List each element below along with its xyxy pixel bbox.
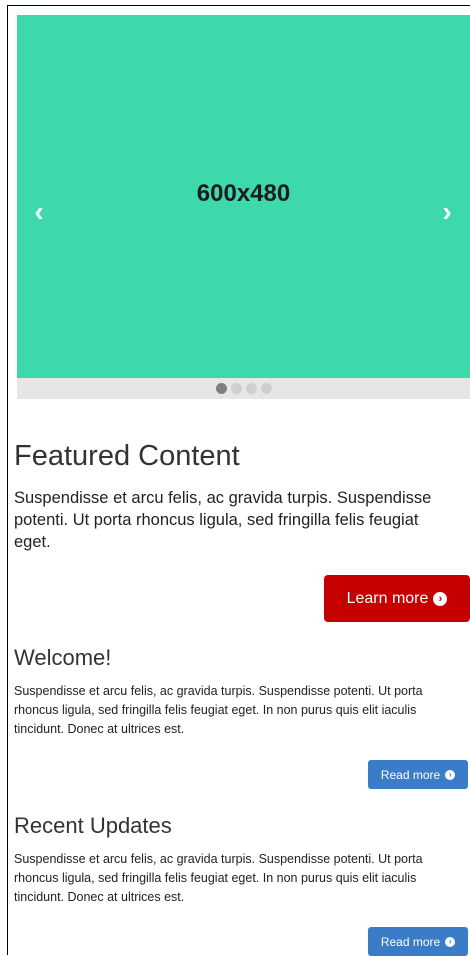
carousel-indicator[interactable] <box>260 383 272 394</box>
carousel-indicator[interactable] <box>230 383 242 394</box>
welcome-text: Suspendisse et arcu felis, ac gravida tu… <box>14 684 423 736</box>
read-more-label: Read more <box>380 934 441 949</box>
featured-text: Suspendisse et arcu felis, ac gravida tu… <box>14 489 432 551</box>
carousel-slide[interactable]: 600x480 <box>17 15 470 378</box>
chevron-circle-right-icon: › <box>445 936 456 947</box>
welcome-title: Welcome! <box>14 645 112 670</box>
carousel-indicator[interactable] <box>215 383 227 394</box>
welcome-read-more-button[interactable]: Read more › <box>368 760 468 789</box>
carousel-indicator[interactable] <box>245 383 257 394</box>
recent-updates-title: Recent Updates <box>14 813 172 838</box>
chevron-circle-right-icon: › <box>433 591 448 606</box>
learn-more-button[interactable]: Learn more › <box>324 575 470 622</box>
chevron-left-icon[interactable]: ‹ <box>29 197 49 227</box>
learn-more-label: Learn more <box>346 589 429 607</box>
read-more-label: Read more <box>380 767 441 782</box>
carousel-indicators <box>17 378 470 399</box>
slide-placeholder-label: 600x480 <box>196 179 291 207</box>
chevron-circle-right-icon: › <box>445 769 456 780</box>
image-carousel: 600x480 ‹ › <box>17 15 470 399</box>
recent-updates-text: Suspendisse et arcu felis, ac gravida tu… <box>14 852 423 904</box>
featured-title: Featured Content <box>14 440 240 472</box>
chevron-right-icon[interactable]: › <box>437 197 457 227</box>
recent-read-more-button[interactable]: Read more › <box>368 927 468 956</box>
